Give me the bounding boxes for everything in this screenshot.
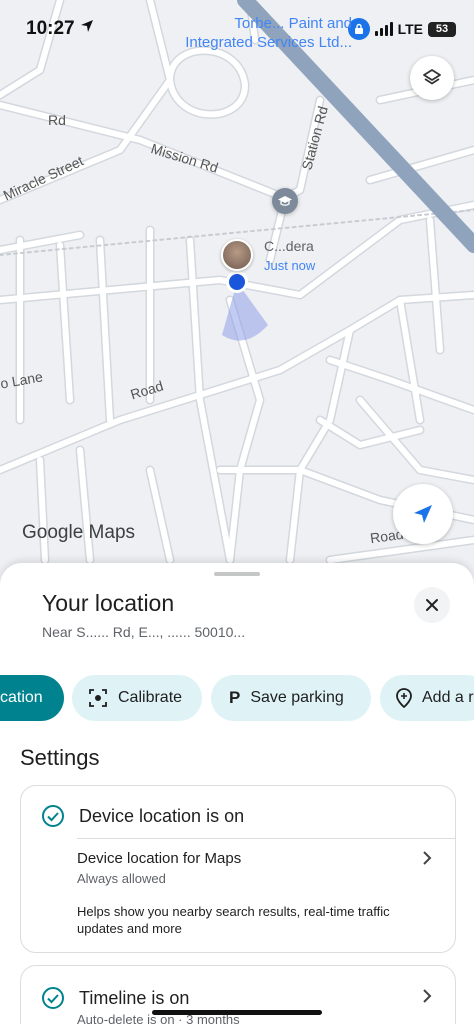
device-location-help: Helps show you nearby search results, re… <box>77 903 397 937</box>
timeline-label: Timeline is on <box>79 988 189 1009</box>
sheet-drag-handle[interactable] <box>214 572 260 576</box>
chevron-right-icon <box>421 988 433 1004</box>
location-arrow-icon <box>80 19 94 33</box>
signal-icon <box>375 22 393 36</box>
chip-label: Add a r <box>422 689 474 707</box>
sheet-title: Your location <box>42 590 174 617</box>
road-label: Rd <box>48 112 66 128</box>
chip-label: Save parking <box>250 689 343 707</box>
chip-label: cation <box>0 689 43 707</box>
add-place-icon <box>396 688 412 708</box>
chip-save-parking[interactable]: P Save parking <box>211 675 371 721</box>
place-label-line2: Integrated Services Ltd... <box>176 33 352 52</box>
settings-heading: Settings <box>20 745 100 771</box>
status-indicators: LTE 53 <box>348 18 456 40</box>
layers-icon <box>421 67 443 89</box>
timeline-status: Timeline is on <box>41 986 189 1010</box>
action-chips: cation Calibrate P Save parking Add a r <box>0 675 474 721</box>
shared-person-name[interactable]: C...dera <box>264 238 314 254</box>
timeline-card[interactable]: Timeline is on Auto-delete is on · 3 mon… <box>20 965 456 1024</box>
chevron-right-icon <box>421 850 433 866</box>
device-location-card: Device location is on Device location fo… <box>20 785 456 953</box>
my-location-button[interactable] <box>393 484 453 544</box>
device-location-status: Device location is on <box>41 804 244 828</box>
parking-icon: P <box>229 688 240 708</box>
close-icon <box>425 598 439 612</box>
status-time: 10:27 <box>26 18 75 40</box>
place-label[interactable]: Torbe... Paint and Integrated Services L… <box>176 14 352 52</box>
location-sheet: Your location Near S...... Rd, E..., ...… <box>0 563 474 1024</box>
map-view[interactable]: 10:27 LTE 53 Torbe... Paint and Integrat… <box>0 0 474 600</box>
shared-person-status: Just now <box>264 258 315 273</box>
chip-share-location[interactable]: cation <box>0 675 64 721</box>
device-location-maps-caption: Always allowed <box>77 871 166 886</box>
place-label-line1: Torbe... Paint and <box>176 14 352 33</box>
network-type: LTE <box>398 21 423 37</box>
device-location-label: Device location is on <box>79 806 244 827</box>
close-button[interactable] <box>414 587 450 623</box>
chip-calibrate[interactable]: Calibrate <box>72 675 202 721</box>
sheet-address: Near S...... Rd, E..., ...... 50010... <box>42 624 245 640</box>
divider <box>77 838 455 839</box>
calibrate-icon <box>88 688 108 708</box>
check-circle-icon <box>41 804 65 828</box>
chip-add-place[interactable]: Add a r <box>380 675 474 721</box>
battery-indicator: 53 <box>428 22 456 37</box>
home-indicator[interactable] <box>152 1010 322 1015</box>
avatar[interactable] <box>221 239 253 271</box>
school-icon[interactable] <box>272 188 298 214</box>
layers-button[interactable] <box>410 56 454 100</box>
navigation-arrow-icon <box>411 502 435 526</box>
google-maps-logo: Google Maps <box>22 522 135 544</box>
chip-label: Calibrate <box>118 689 182 707</box>
check-circle-icon <box>41 986 65 1010</box>
device-location-maps-title: Device location for Maps <box>77 850 241 867</box>
